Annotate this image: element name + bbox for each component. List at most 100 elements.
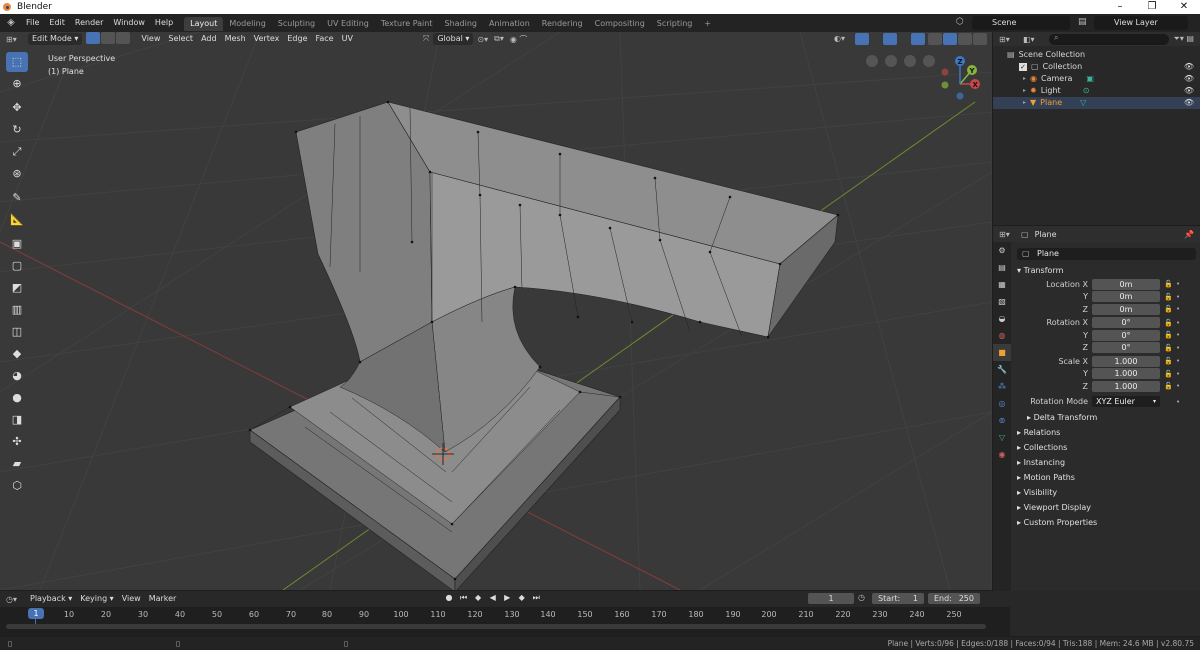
minimize-button[interactable]: – — [1104, 0, 1136, 14]
face-select-icon[interactable] — [116, 32, 131, 44]
mode-selector[interactable]: Edit Mode ▾ — [28, 33, 83, 45]
pivot-icon[interactable]: ⊙▾ — [477, 35, 488, 44]
keyframe-dot-icon[interactable]: • — [1176, 319, 1180, 327]
viewport-display-panel-header[interactable]: ▸ Viewport Display — [1011, 500, 1200, 515]
move-tool-icon[interactable]: ✥ — [6, 98, 28, 118]
viewport-menu-view[interactable]: View — [137, 32, 164, 46]
play-icon[interactable]: ▶ — [501, 593, 513, 602]
record-icon[interactable]: ● — [443, 593, 455, 602]
tab-shading[interactable]: Shading — [438, 17, 483, 31]
prev-keyframe-icon[interactable]: ◆ — [472, 593, 484, 602]
viewport-menu-uv[interactable]: UV — [338, 32, 357, 46]
lock-icon[interactable]: 🔓 — [1164, 331, 1174, 339]
properties-editor-icon[interactable]: ⊞▾ — [993, 230, 1021, 239]
current-frame-field[interactable]: 1 — [808, 593, 854, 604]
location-y-field[interactable]: 0m — [1092, 291, 1160, 303]
blender-menu-icon[interactable]: ◈ — [4, 16, 18, 30]
tab-compositing[interactable]: Compositing — [589, 17, 651, 31]
annotate-tool-icon[interactable]: ✎ — [6, 188, 28, 208]
select-box-tool-icon[interactable]: ⬚ — [6, 52, 28, 72]
outliner-item-light[interactable]: ▸ ✹ Light ⊙ 👁 — [993, 85, 1200, 97]
vertex-select-icon[interactable] — [86, 32, 101, 44]
lock-icon[interactable]: 🔓 — [1164, 370, 1174, 378]
particles-tab-icon[interactable]: ⁂ — [993, 378, 1011, 395]
menu-render[interactable]: Render — [70, 14, 108, 32]
menu-edit[interactable]: Edit — [44, 14, 70, 32]
data-tab-icon[interactable]: ▽ — [993, 429, 1011, 446]
scene-selector[interactable]: Scene — [972, 16, 1070, 30]
outliner-item-camera[interactable]: ▸ ◉ Camera ▣ 👁 — [993, 73, 1200, 85]
inset-tool-icon[interactable]: ▢ — [6, 256, 28, 276]
keyframe-dot-icon[interactable]: • — [1176, 293, 1180, 301]
rotation-y-field[interactable]: 0° — [1092, 329, 1160, 341]
overlay-toggle-icon[interactable] — [883, 33, 897, 45]
material-shading-icon[interactable] — [958, 33, 972, 45]
spin-tool-icon[interactable]: ◕ — [6, 366, 28, 386]
keyframe-dot-icon[interactable]: • — [1176, 370, 1180, 378]
camera-view-icon[interactable] — [866, 55, 878, 67]
tab-animation[interactable]: Animation — [483, 17, 536, 31]
timeline-menu-playback[interactable]: Playback ▾ — [26, 592, 76, 606]
snap-icon[interactable]: ⧉▾ — [494, 34, 504, 44]
lock-icon[interactable]: 🔓 — [1164, 382, 1174, 390]
next-keyframe-icon[interactable]: ◆ — [516, 593, 528, 602]
eye-icon[interactable]: 👁 — [1184, 97, 1194, 109]
lock-icon[interactable]: 🔓 — [1164, 344, 1174, 352]
close-window-button[interactable]: ✕ — [1168, 0, 1200, 14]
outliner-item-collection[interactable]: ✓ ▢ Collection 👁 — [993, 61, 1200, 73]
lock-icon[interactable]: 🔓 — [1164, 293, 1174, 301]
visibility-panel-header[interactable]: ▸ Visibility — [1011, 485, 1200, 500]
viewport-menu-add[interactable]: Add — [197, 32, 221, 46]
edge-slide-tool-icon[interactable]: ◨ — [6, 410, 28, 430]
menu-help[interactable]: Help — [150, 14, 178, 32]
keyframe-dot-icon[interactable]: • — [1176, 382, 1180, 390]
3d-viewport[interactable]: X Y Z ⊞▾ Edit Mode ▾ View Select Add Mes… — [0, 32, 992, 590]
keyframe-dot-icon[interactable]: • — [1176, 305, 1180, 313]
lock-icon[interactable]: 🔓 — [1164, 357, 1174, 365]
object-tab-icon[interactable]: ■ — [993, 344, 1011, 361]
timeline-editor-icon[interactable]: ◷▾ — [0, 595, 26, 604]
wireframe-shading-icon[interactable] — [928, 33, 942, 45]
navigation-gizmo[interactable]: X Y Z — [941, 56, 981, 100]
object-name-field[interactable]: ▢ Plane — [1017, 248, 1196, 260]
end-frame-field[interactable]: End: 250 — [928, 593, 980, 604]
knife-tool-icon[interactable]: ◫ — [6, 322, 28, 342]
tab-rendering[interactable]: Rendering — [536, 17, 589, 31]
material-tab-icon[interactable]: ◉ — [993, 446, 1011, 463]
tab-sculpting[interactable]: Sculpting — [272, 17, 321, 31]
smooth-tool-icon[interactable]: ● — [6, 388, 28, 408]
rotation-x-field[interactable]: 0° — [1092, 317, 1160, 329]
display-mode-icon[interactable]: ◧▾ — [1023, 35, 1043, 44]
bevel-tool-icon[interactable]: ◩ — [6, 278, 28, 298]
plane-mesh[interactable] — [248, 100, 840, 590]
transform-tool-icon[interactable]: ⊛ — [6, 164, 28, 184]
rotation-mode-select[interactable]: XYZ Euler ▾ — [1092, 396, 1160, 408]
editor-type-icon[interactable]: ⊞▾ — [0, 35, 28, 44]
view-layer-tab-icon[interactable]: ▧ — [993, 293, 1011, 310]
tab-texture-paint[interactable]: Texture Paint — [375, 17, 439, 31]
cursor-tool-icon[interactable]: ⊕ — [6, 74, 28, 94]
collections-panel-header[interactable]: ▸ Collections — [1011, 440, 1200, 455]
scale-tool-icon[interactable]: ⤢ — [6, 142, 28, 162]
xray-toggle-icon[interactable] — [911, 33, 925, 45]
view-layer-selector[interactable]: View Layer — [1094, 16, 1188, 30]
transform-panel-header[interactable]: ▾ Transform — [1011, 263, 1200, 278]
outliner-editor-icon[interactable]: ⊞▾ — [993, 35, 1023, 44]
eye-icon[interactable]: 👁 — [1184, 61, 1194, 73]
pin-icon[interactable]: 📌 — [1184, 230, 1194, 239]
eye-icon[interactable]: 👁 — [1184, 73, 1194, 85]
play-reverse-icon[interactable]: ◀ — [487, 593, 499, 602]
extrude-tool-icon[interactable]: ▣ — [6, 234, 28, 254]
timeline-scrollbar[interactable] — [6, 624, 986, 629]
modifier-tab-icon[interactable]: 🔧 — [993, 361, 1011, 378]
gizmo-neg-x[interactable] — [941, 68, 949, 76]
rip-tool-icon[interactable]: ⬡ — [6, 476, 28, 496]
edge-select-icon[interactable] — [101, 32, 116, 44]
eye-icon[interactable]: 👁 — [1184, 85, 1194, 97]
render-tab-icon[interactable]: ▤ — [993, 259, 1011, 276]
outliner-item-scene-collection[interactable]: ▤ Scene Collection — [993, 49, 1200, 61]
shrink-fatten-tool-icon[interactable]: ✣ — [6, 432, 28, 452]
jump-end-icon[interactable]: ⏭ — [530, 593, 542, 603]
pan-hand-icon[interactable] — [904, 55, 916, 67]
outliner-item-plane[interactable]: ▸ ▼ Plane ▽ 👁 — [993, 97, 1200, 109]
